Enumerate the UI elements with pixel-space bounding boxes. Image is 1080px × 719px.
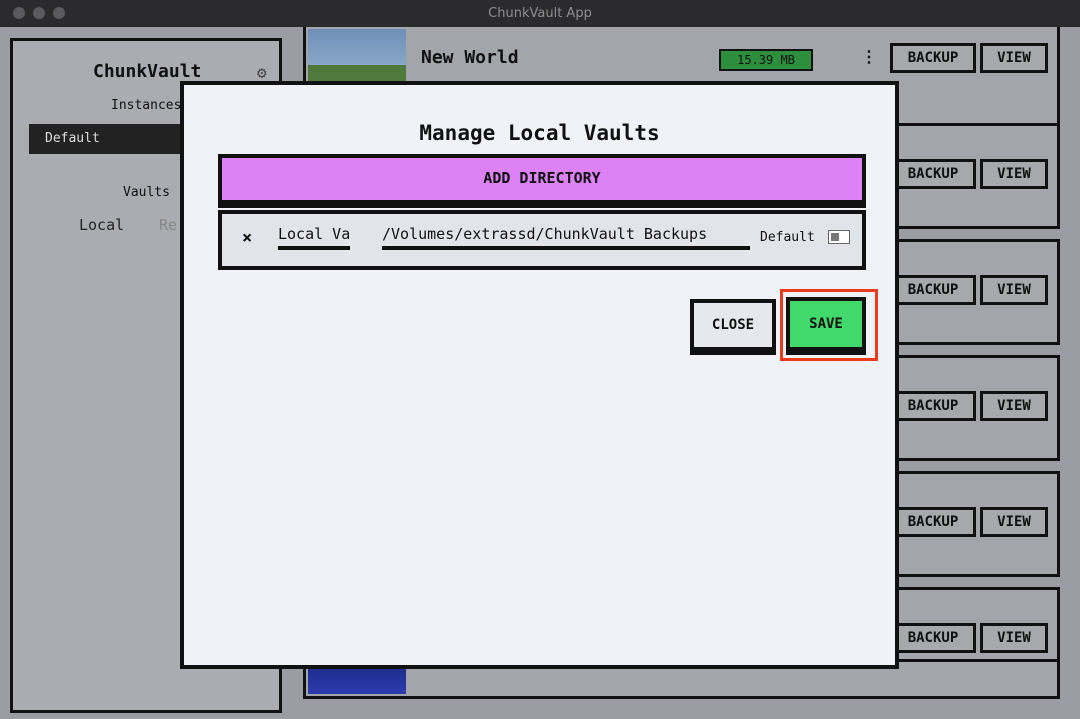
gear-icon[interactable]: ⚙ (257, 63, 267, 82)
save-button[interactable]: SAVE (786, 297, 866, 351)
vault-entry: × Local Vaul /Volumes/extrassd/ChunkVaul… (218, 210, 866, 270)
vault-tab-remote[interactable]: Re (159, 216, 177, 234)
app-content: ChunkVault ⚙ Instances Default Vaults Lo… (0, 27, 1080, 719)
window-titlebar: ChunkVault App (0, 0, 1080, 28)
backup-button[interactable]: BACKUP (890, 159, 976, 189)
close-button[interactable]: CLOSE (690, 299, 776, 351)
more-options-icon[interactable]: ⋮ (861, 47, 877, 66)
view-button[interactable]: VIEW (980, 275, 1048, 305)
vault-name-input[interactable]: Local Vaul (278, 224, 350, 250)
view-button[interactable]: VIEW (980, 391, 1048, 421)
view-button[interactable]: VIEW (980, 43, 1048, 73)
default-checkbox[interactable] (828, 230, 850, 244)
modal-title: Manage Local Vaults (419, 121, 660, 145)
world-size-badge: 15.39 MB (719, 49, 813, 71)
backup-button[interactable]: BACKUP (890, 275, 976, 305)
world-name: New World (421, 47, 519, 68)
vault-tab-local[interactable]: Local (79, 216, 124, 234)
view-button[interactable]: VIEW (980, 159, 1048, 189)
world-thumbnail (308, 29, 406, 89)
backup-button[interactable]: BACKUP (890, 623, 976, 653)
view-button[interactable]: VIEW (980, 507, 1048, 537)
add-directory-button[interactable]: ADD DIRECTORY (218, 154, 866, 204)
vault-path-input[interactable]: /Volumes/extrassd/ChunkVault Backups (382, 224, 750, 250)
default-label: Default (760, 230, 815, 245)
manage-vaults-modal: Manage Local Vaults ADD DIRECTORY × Loca… (180, 81, 899, 669)
app-title: ChunkVault (93, 61, 202, 82)
backup-button[interactable]: BACKUP (890, 43, 976, 73)
vaults-label: Vaults (123, 185, 170, 200)
instances-label: Instances (111, 98, 182, 113)
backup-button[interactable]: BACKUP (890, 391, 976, 421)
remove-vault-icon[interactable]: × (242, 228, 252, 248)
view-button[interactable]: VIEW (980, 623, 1048, 653)
backup-button[interactable]: BACKUP (890, 507, 976, 537)
window-title: ChunkVault App (488, 6, 592, 21)
